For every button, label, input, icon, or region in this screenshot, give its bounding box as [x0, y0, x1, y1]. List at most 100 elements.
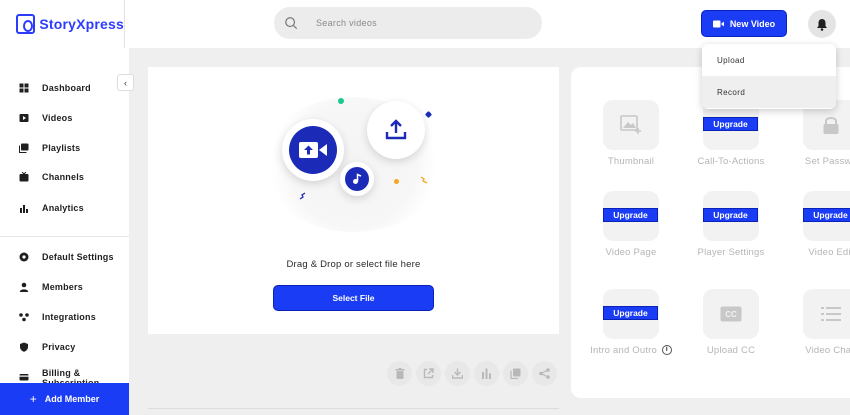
sidebar-item-analytics[interactable]: Analytics: [19, 203, 84, 213]
plus-icon: +: [29, 392, 37, 406]
menu-item-upload[interactable]: Upload: [702, 44, 836, 76]
feature-label-row: Intro and Outro i: [586, 345, 676, 356]
feature-tile: [603, 100, 659, 150]
sidebar-item-integrations[interactable]: Integrations: [19, 312, 96, 322]
upload-icon: [385, 119, 407, 140]
app-logo[interactable]: StoryXpress: [0, 0, 125, 48]
svg-text:CC: CC: [725, 310, 737, 319]
sidebar-item-playlists[interactable]: Playlists: [19, 143, 80, 153]
upgrade-badge[interactable]: Upgrade: [703, 117, 758, 131]
closed-captions-icon: CC: [720, 306, 742, 322]
drag-drop-text: Drag & Drop or select file here: [286, 259, 421, 270]
video-upload-bubble: [282, 119, 344, 181]
integrations-icon: [19, 313, 29, 322]
members-icon: [19, 282, 29, 292]
sidebar: Dashboard Videos Playlists Channels Anal…: [0, 48, 129, 415]
feature-intro-outro[interactable]: Upgrade Intro and Outro i: [586, 289, 676, 356]
sidebar-item-privacy[interactable]: Privacy: [19, 342, 75, 352]
share-button[interactable]: [532, 361, 557, 386]
search-box[interactable]: [274, 7, 542, 39]
menu-item-record[interactable]: Record: [702, 76, 836, 108]
audio-bubble: [340, 162, 374, 196]
feature-call-to-actions[interactable]: Upgrade Call-To-Actions: [686, 100, 776, 167]
upgrade-badge[interactable]: Upgrade: [703, 208, 758, 222]
feature-label: Intro and Outro: [590, 345, 658, 356]
feature-tile: Upgrade: [803, 191, 850, 241]
sidebar-item-label: Channels: [42, 172, 85, 182]
channel-icon: [19, 172, 29, 182]
feature-label: Thumbnail: [607, 156, 655, 167]
feature-set-password[interactable]: Set Passwo: [786, 100, 850, 167]
new-video-button[interactable]: New Video: [701, 10, 787, 37]
sidebar-item-members[interactable]: Members: [19, 282, 83, 292]
download-icon: [452, 368, 463, 379]
feature-tile: Upgrade: [603, 289, 659, 339]
image-add-icon: [620, 115, 641, 134]
add-member-button[interactable]: + Add Member: [0, 383, 129, 415]
bell-icon: [817, 18, 827, 31]
video-camera-upload-icon: [299, 142, 327, 158]
search-icon: [285, 17, 298, 30]
feature-tile: CC: [703, 289, 759, 339]
upgrade-badge[interactable]: Upgrade: [603, 208, 658, 222]
feature-label: Upload CC: [706, 345, 756, 356]
feature-tile: Upgrade: [703, 191, 759, 241]
new-video-label: New Video: [729, 18, 776, 29]
notifications-button[interactable]: [808, 10, 836, 38]
decor-squiggle-blue: [299, 192, 306, 200]
feature-upload-cc[interactable]: CC Upload CC: [686, 289, 776, 356]
sidebar-item-label: Playlists: [42, 143, 81, 153]
feature-thumbnail[interactable]: Thumbnail: [586, 100, 676, 167]
sidebar-item-label: Videos: [42, 113, 73, 123]
info-icon[interactable]: i: [661, 345, 672, 356]
sidebar-item-default-settings[interactable]: Default Settings: [19, 252, 114, 262]
copy-button[interactable]: [503, 361, 528, 386]
upload-bubble: [367, 101, 425, 159]
bar-chart-icon: [20, 205, 28, 213]
sidebar-item-label: Billing & Subscription: [42, 368, 100, 384]
sidebar-collapse-button[interactable]: ‹: [117, 74, 134, 91]
upgrade-badge[interactable]: Upgrade: [803, 208, 850, 222]
feature-label: Video Chap: [805, 345, 850, 356]
feature-player-settings[interactable]: Upgrade Player Settings: [686, 191, 776, 258]
upgrade-badge[interactable]: Upgrade: [603, 306, 658, 320]
feature-video-page[interactable]: Upgrade Video Page: [586, 191, 676, 258]
content-divider: [148, 408, 559, 409]
decor-dot-blue: [424, 110, 433, 119]
feature-tile: [803, 289, 850, 339]
select-file-button[interactable]: Select File: [273, 285, 434, 311]
sidebar-item-videos[interactable]: Videos: [19, 113, 73, 123]
sidebar-item-label: Members: [42, 282, 83, 292]
grid-icon: [19, 83, 29, 93]
playlist-icon: [19, 143, 29, 153]
delete-button[interactable]: [387, 361, 412, 386]
add-member-label: Add Member: [44, 394, 100, 404]
billing-icon: [19, 374, 29, 381]
open-external-button[interactable]: [416, 361, 441, 386]
feature-label: Set Passwo: [804, 156, 850, 167]
video-camera-icon: [712, 20, 724, 27]
sidebar-item-billing[interactable]: Billing & Subscription: [19, 368, 104, 384]
shield-icon: [20, 342, 28, 352]
download-button[interactable]: [445, 361, 470, 386]
share-icon: [539, 368, 550, 379]
lock-icon: [823, 117, 839, 134]
feature-label: Video Page: [605, 247, 657, 258]
sidebar-item-dashboard[interactable]: Dashboard: [19, 83, 91, 93]
sidebar-item-label: Integrations: [42, 312, 96, 322]
feature-label: Player Settings: [697, 247, 765, 258]
copy-icon: [510, 368, 521, 379]
sidebar-item-channels[interactable]: Channels: [19, 172, 84, 182]
sidebar-item-label: Analytics: [42, 203, 84, 213]
search-input[interactable]: [316, 18, 516, 28]
share-out-icon: [423, 368, 434, 379]
sidebar-item-label: Privacy: [42, 342, 76, 352]
analytics-button[interactable]: [474, 361, 499, 386]
feature-video-chapters[interactable]: Video Chap: [786, 289, 850, 356]
feature-video-edit[interactable]: Upgrade Video Edit: [786, 191, 850, 258]
chevron-left-icon: ‹: [124, 77, 127, 88]
upload-dropzone[interactable]: Drag & Drop or select file here Select F…: [148, 67, 559, 334]
top-bar: StoryXpress New Video: [0, 0, 850, 48]
sidebar-item-label: Dashboard: [42, 83, 91, 93]
list-icon: [821, 307, 841, 321]
